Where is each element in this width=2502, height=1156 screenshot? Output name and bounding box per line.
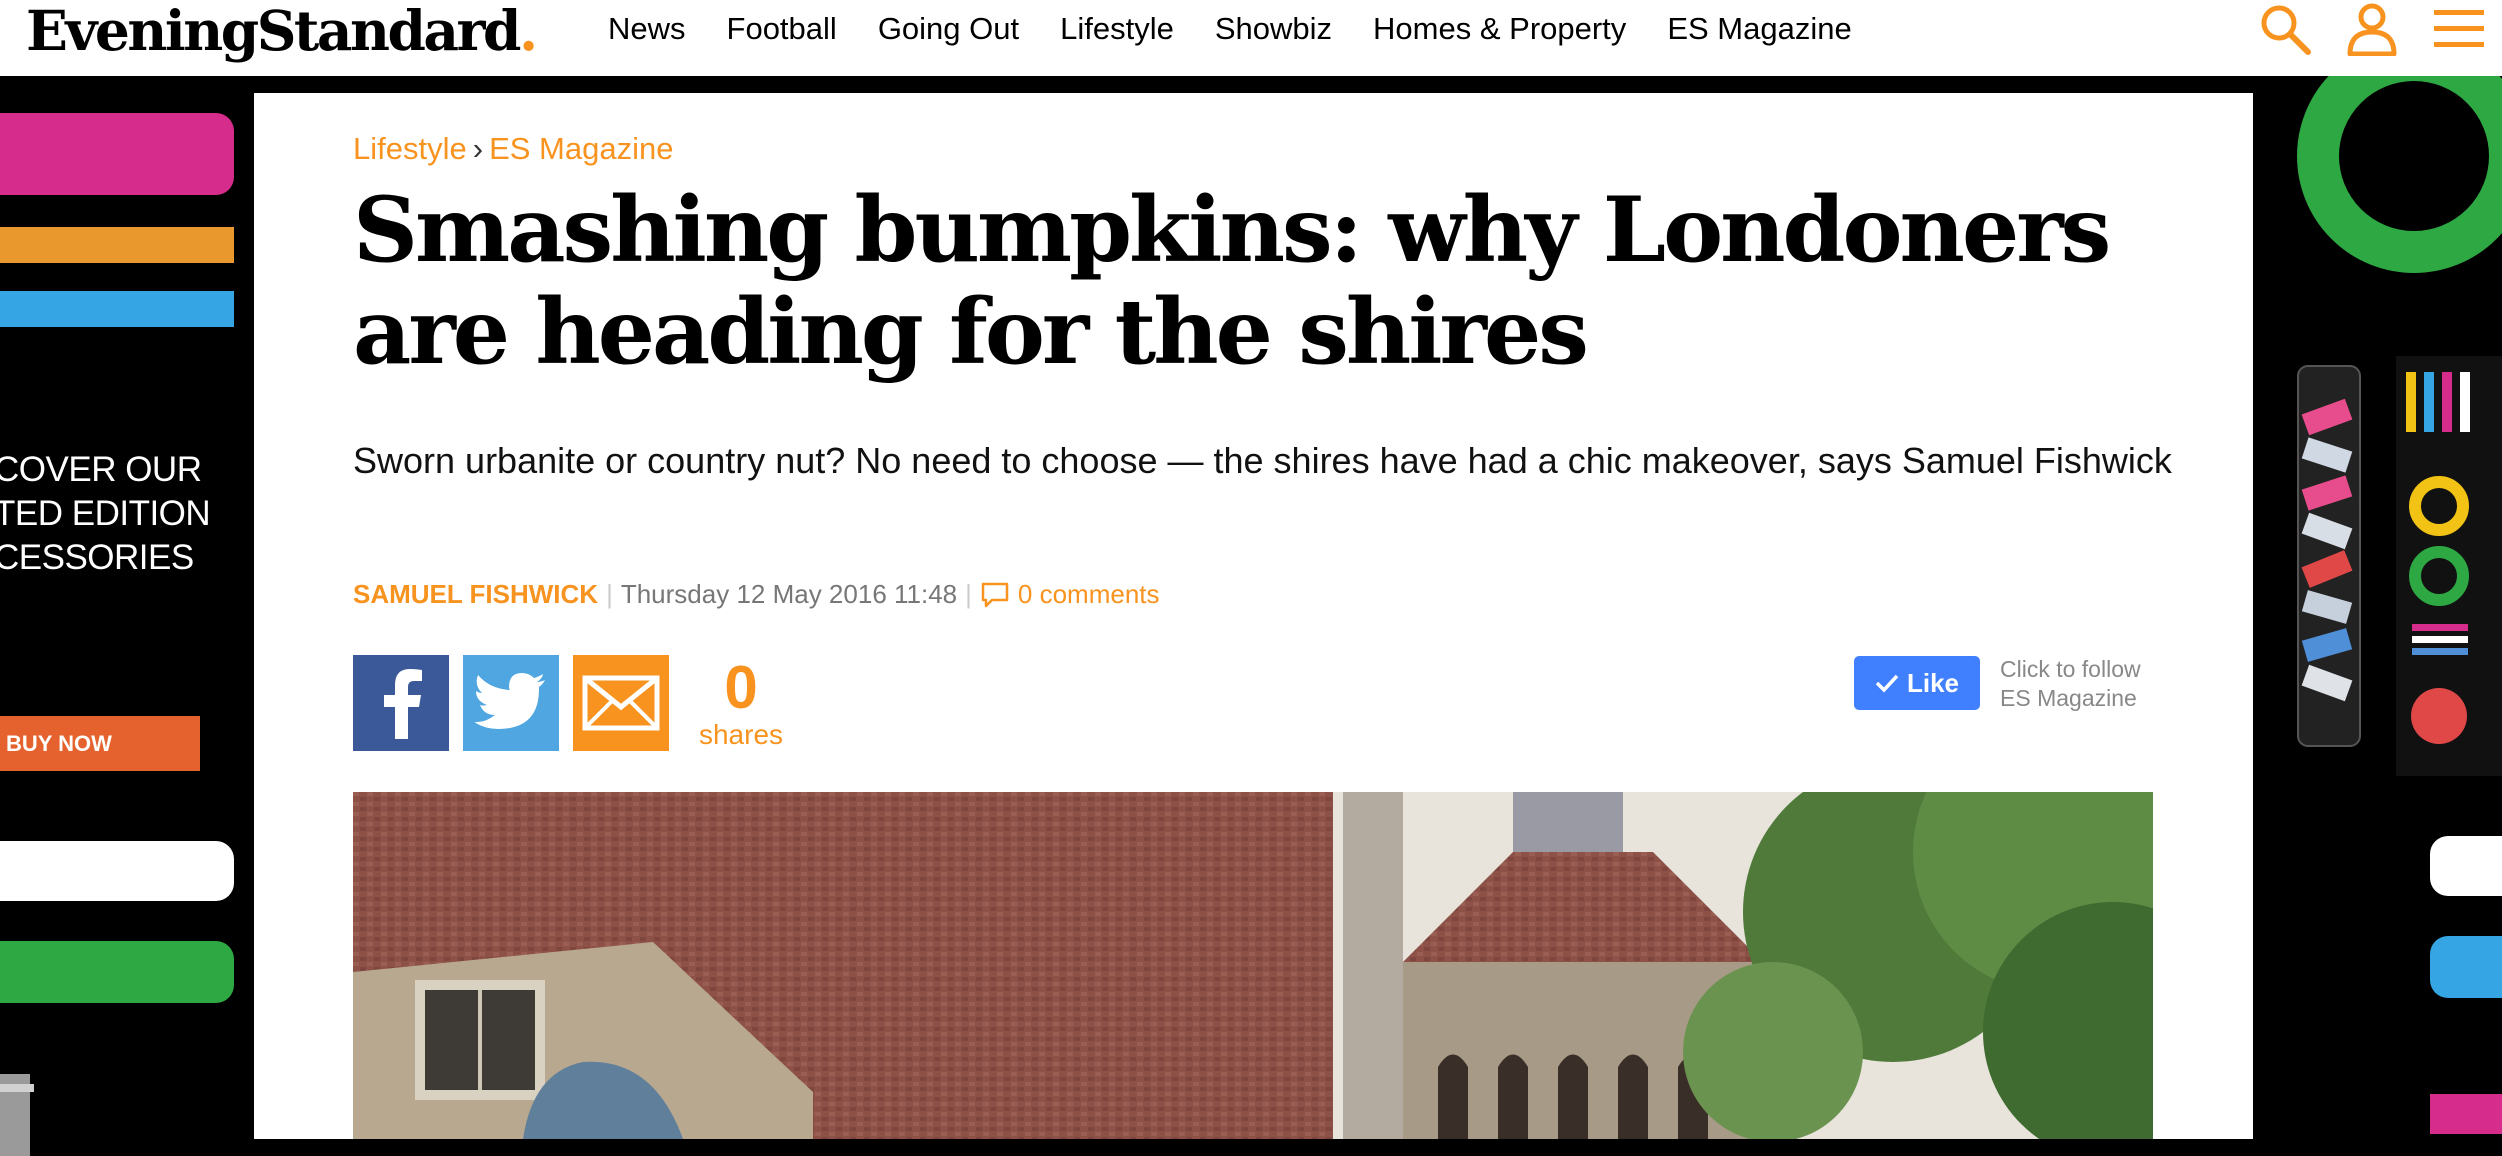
nav-news[interactable]: News <box>608 11 686 47</box>
ad-stripe-orange <box>0 227 234 263</box>
article-standfirst: Sworn urbanite or country nut? No need t… <box>353 440 2172 481</box>
byline: SAMUEL FISHWICK | Thursday 12 May 2016 1… <box>353 579 1160 610</box>
nav-going-out[interactable]: Going Out <box>878 11 1019 47</box>
ad-graphic <box>2297 76 2502 1134</box>
article-card: Lifestyle › ES Magazine Smashing bumpkins:… <box>254 93 2253 1139</box>
nav-homes-property[interactable]: Homes & Property <box>1373 11 1626 47</box>
email-share-button[interactable] <box>573 655 669 751</box>
ad-stripe-green <box>0 941 234 1003</box>
nav-football[interactable]: Football <box>727 11 837 47</box>
article-headline: Smashing bumpkins: why Londoners are hea… <box>353 177 2111 385</box>
buy-now-button[interactable]: BUY NOW <box>0 716 200 771</box>
ad-stripe-white <box>0 841 234 901</box>
author-link[interactable]: SAMUEL FISHWICK <box>353 579 598 610</box>
site-logo[interactable]: EveningStandard. <box>26 2 538 60</box>
nav-es-magazine[interactable]: ES Magazine <box>1667 11 1851 47</box>
left-advert[interactable]: COVER OUR TED EDITION CESSORIES BUY NOW <box>0 76 254 1156</box>
facebook-like-button[interactable]: Like <box>1854 656 1980 710</box>
facebook-share-button[interactable] <box>353 655 449 751</box>
ad-product-image <box>0 1074 34 1156</box>
comments-count: 0 comments <box>1017 579 1160 609</box>
share-count: 0 shares <box>681 655 801 749</box>
breadcrumb-es-magazine[interactable]: ES Magazine <box>489 131 673 166</box>
site-header: EveningStandard. News Football Going Out… <box>0 0 2502 76</box>
share-count-label: shares <box>698 719 784 750</box>
follow-line-1: Click to follow <box>2000 656 2141 682</box>
facebook-icon <box>384 669 422 739</box>
twitter-icon <box>475 673 545 729</box>
search-icon[interactable] <box>2258 2 2312 56</box>
checkmark-icon <box>1875 674 1899 693</box>
follow-line-2: ES Magazine <box>2000 685 2137 711</box>
right-advert[interactable] <box>2254 76 2502 1156</box>
publish-date: Thursday 12 May 2016 11:48 <box>620 579 958 609</box>
share-count-number: 0 <box>724 654 758 721</box>
header-actions <box>2258 2 2486 56</box>
ad-stripe-blue <box>0 291 234 327</box>
breadcrumb: Lifestyle › ES Magazine <box>353 131 673 167</box>
ad-stripe-pink <box>0 113 234 195</box>
breadcrumb-lifestyle[interactable]: Lifestyle <box>353 131 467 166</box>
byline-divider: | <box>965 579 972 609</box>
share-bar: 0 shares <box>353 655 801 751</box>
email-icon <box>582 675 660 731</box>
byline-divider: | <box>606 579 613 609</box>
breadcrumb-separator: › <box>472 131 484 166</box>
nav-showbiz[interactable]: Showbiz <box>1215 11 1332 47</box>
menu-icon[interactable] <box>2432 6 2486 52</box>
ad-copy: COVER OUR TED EDITION CESSORIES <box>0 450 211 577</box>
user-icon[interactable] <box>2346 2 2398 56</box>
twitter-share-button[interactable] <box>463 655 559 751</box>
article-hero-image <box>353 792 2153 1139</box>
nav-lifestyle[interactable]: Lifestyle <box>1060 11 1174 47</box>
comments-link[interactable]: 0 comments <box>980 579 1160 610</box>
main-nav: News Football Going Out Lifestyle Showbi… <box>608 0 1893 58</box>
comment-icon <box>981 582 1009 607</box>
follow-prompt: Click to follow ES Magazine <box>2000 655 2141 713</box>
like-label: Like <box>1906 667 1960 698</box>
